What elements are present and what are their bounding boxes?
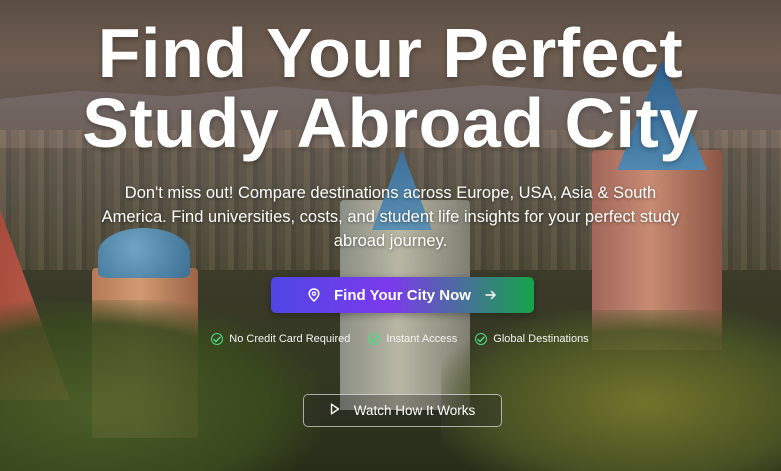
hero-title: Find Your Perfect Study Abroad City: [0, 18, 781, 158]
trust-badges: No Credit Card Required Instant Access G…: [210, 330, 590, 348]
check-circle-icon: [211, 333, 224, 345]
badge-instant-access: Instant Access: [368, 333, 457, 345]
find-city-button[interactable]: Find Your City Now: [271, 277, 534, 313]
check-circle-icon: [368, 333, 381, 345]
map-pin-icon: [308, 288, 320, 302]
badge-label: Global Destinations: [493, 333, 589, 345]
hero-title-line2: Study Abroad City: [82, 84, 699, 162]
arrow-right-icon: [485, 290, 497, 300]
badge-no-credit-card: No Credit Card Required: [211, 333, 350, 345]
hero-subtitle: Don't miss out! Compare destinations acr…: [101, 184, 680, 250]
watch-button-label: Watch How It Works: [353, 403, 476, 418]
play-icon: [330, 403, 340, 418]
hero-title-line1: Find Your Perfect: [97, 14, 684, 92]
watch-how-it-works-button[interactable]: Watch How It Works: [303, 394, 502, 427]
badge-label: Instant Access: [386, 333, 458, 345]
check-circle-icon: [475, 333, 488, 345]
find-city-button-label: Find Your City Now: [334, 286, 471, 304]
hero-content: Find Your Perfect Study Abroad City Don'…: [0, 0, 781, 471]
badge-global-destinations: Global Destinations: [475, 333, 589, 345]
badge-label: No Credit Card Required: [229, 333, 351, 345]
